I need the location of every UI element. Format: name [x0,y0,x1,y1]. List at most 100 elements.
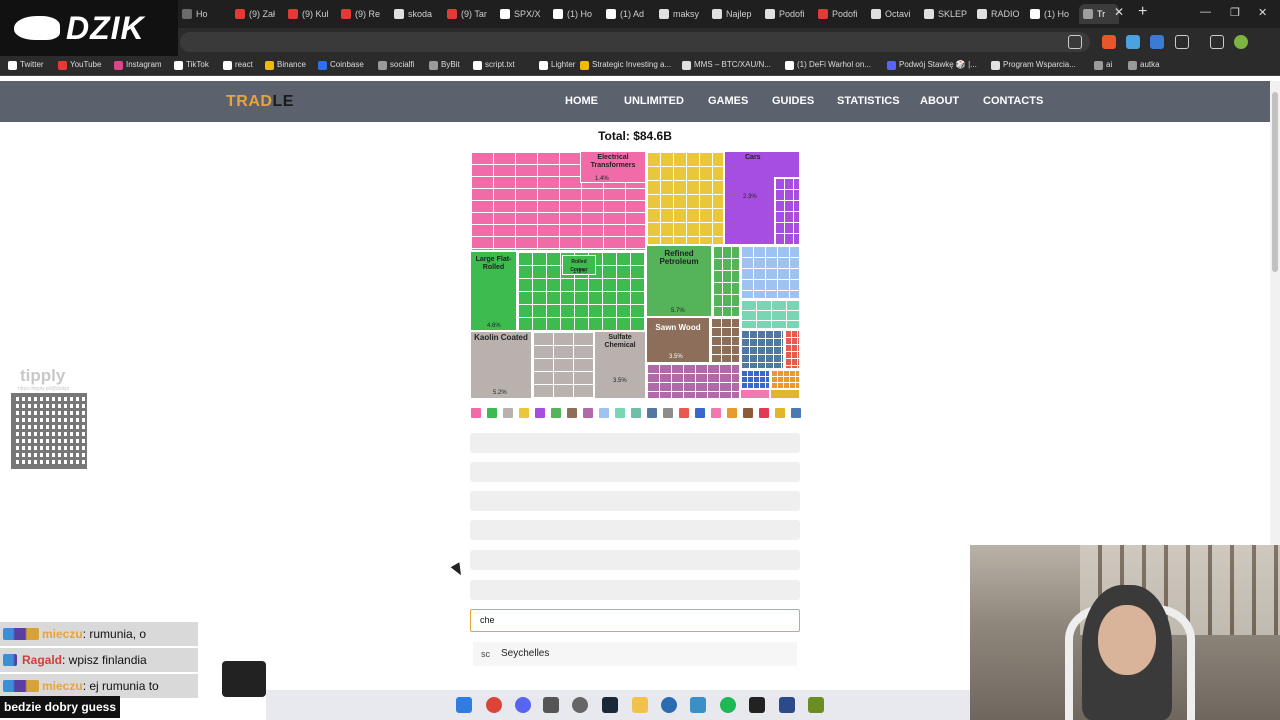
nav-contacts[interactable]: CONTACTS [983,95,1043,107]
nav-guides[interactable]: GUIDES [772,95,814,107]
nav-statistics[interactable]: STATISTICS [837,95,900,107]
bookmark-item[interactable]: react [223,60,253,70]
tab-favicon-icon [712,9,722,19]
legend-swatch[interactable] [567,408,577,418]
app-icon[interactable] [690,697,706,713]
legend-swatch[interactable] [743,408,753,418]
browser-tab[interactable]: Ho [178,4,232,24]
legend-swatch[interactable] [599,408,609,418]
legend-swatch[interactable] [679,408,689,418]
bookmark-item[interactable]: Lighter [539,60,575,70]
legend-swatch[interactable] [503,408,513,418]
steam-icon[interactable] [602,697,618,713]
legend-swatch[interactable] [535,408,545,418]
browser-tab[interactable]: Podofi [814,4,868,24]
browser-tab[interactable]: SPX/X [496,4,550,24]
browser-tab[interactable]: Podofi [761,4,815,24]
bookmark-item[interactable]: ai [1094,60,1112,70]
browser-tab[interactable]: (1) Ho [549,4,603,24]
browser-tab[interactable]: (9) Kul [284,4,338,24]
browser-tab[interactable]: skoda [390,4,444,24]
scrollbar-thumb[interactable] [1272,92,1278,272]
bookmark-item[interactable]: Coinbase [318,60,364,70]
new-tab-icon[interactable]: + [1138,3,1147,21]
browser-tab[interactable]: maksy [655,4,709,24]
browser-tab[interactable]: SKLEP [920,4,974,24]
browser-tab[interactable]: RADIO [973,4,1027,24]
bookmark-item[interactable]: Strategic Investing a... [580,60,671,70]
bookmark-item[interactable]: Podwój Stawkę 🎲 |... [887,60,977,70]
legend-swatch[interactable] [727,408,737,418]
legend-swatch[interactable] [471,408,481,418]
restore-icon[interactable]: ❐ [1230,6,1240,19]
nav-games[interactable]: GAMES [708,95,748,107]
bookmark-item[interactable]: Program Wsparcia... [991,60,1076,70]
obs-icon[interactable] [749,697,765,713]
close-window-icon[interactable]: ✕ [1258,6,1267,19]
bookmark-item[interactable]: script.txt [473,60,515,70]
bookmark-item[interactable]: Instagram [114,60,162,70]
bookmark-item[interactable]: autka [1128,60,1160,70]
country-guess-input[interactable]: che [470,609,800,632]
reading-list-icon[interactable] [1210,35,1224,49]
app-icon[interactable] [572,697,588,713]
bookmark-item[interactable]: ByBit [429,60,460,70]
legend-swatch[interactable] [759,408,769,418]
app-icon[interactable] [779,697,795,713]
bookmark-icon [1128,61,1137,70]
tab-close-icon[interactable]: ✕ [1114,5,1124,19]
legend-swatch[interactable] [791,408,801,418]
browser-tab[interactable]: (9) Zał [231,4,285,24]
legend-swatch[interactable] [583,408,593,418]
legend-swatch[interactable] [663,408,673,418]
browser-tab[interactable]: (1) Ad [602,4,656,24]
extensions-puzzle-icon[interactable] [1175,35,1189,49]
site-logo[interactable]: TRADLE [226,93,294,111]
bookmark-item[interactable]: YouTube [58,60,101,70]
bookmark-star-icon[interactable] [1068,35,1082,49]
nav-home[interactable]: HOME [565,95,598,107]
minimize-icon[interactable]: — [1200,6,1211,18]
legend-swatch[interactable] [615,408,625,418]
legend-swatch[interactable] [487,408,497,418]
app-icon[interactable] [661,697,677,713]
legend-swatch[interactable] [711,408,721,418]
extension-icon[interactable] [1102,35,1116,49]
extension-icon[interactable] [1126,35,1140,49]
browser-tab-strip: Ho (9) Zał (9) Kul (9) Re skoda (9) Tar SPX/X (… [0,0,1280,28]
legend-swatch[interactable] [647,408,657,418]
bookmark-item[interactable]: (1) DeFi Warhol on... [785,60,871,70]
file-explorer-icon[interactable] [632,697,648,713]
app-icon[interactable] [808,697,824,713]
legend-swatch[interactable] [551,408,561,418]
app-icon[interactable] [543,697,559,713]
browser-tab[interactable]: (9) Re [337,4,391,24]
profile-avatar[interactable] [1234,35,1248,49]
bookmark-item[interactable]: Binance [265,60,306,70]
address-bar[interactable] [180,32,1090,52]
nav-about[interactable]: ABOUT [920,95,959,107]
browser-tab[interactable]: Tr [1079,4,1119,24]
legend-swatch[interactable] [695,408,705,418]
bookmark-item[interactable]: TikTok [174,60,209,70]
autocomplete-suggestion[interactable]: sc Seychelles [473,642,797,666]
browser-tab[interactable]: (9) Tar [443,4,497,24]
windows-start-icon[interactable] [456,697,472,713]
spotify-icon[interactable] [720,697,736,713]
browser-tab[interactable]: Octavi [867,4,921,24]
legend-swatch[interactable] [631,408,641,418]
treemap-block: Sawn Wood 3.5% [646,317,710,363]
bookmark-item[interactable]: MMS – BTC/XAU/N... [682,60,771,70]
legend-swatch[interactable] [519,408,529,418]
extension-icon[interactable] [1150,35,1164,49]
tab-label: SPX/X [514,9,541,19]
discord-icon[interactable] [515,697,531,713]
nav-unlimited[interactable]: UNLIMITED [624,95,684,107]
browser-tab[interactable]: Najlep [708,4,762,24]
chrome-icon[interactable] [486,697,502,713]
bookmark-item[interactable]: socialfi [378,60,414,70]
guess-row [470,520,800,540]
browser-tab[interactable]: (1) Ho [1026,4,1080,24]
legend-swatch[interactable] [775,408,785,418]
bookmark-item[interactable]: Twitter [8,60,44,70]
